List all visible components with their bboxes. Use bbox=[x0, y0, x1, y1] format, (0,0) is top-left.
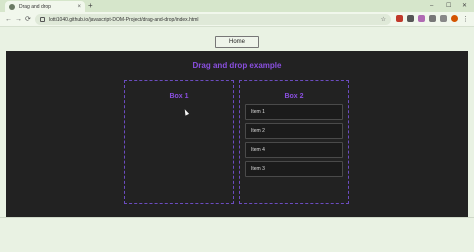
footer-divider bbox=[0, 217, 474, 218]
address-bar[interactable]: lotti1040.github.io/javascript-DOM-Proje… bbox=[35, 14, 391, 25]
favicon-icon bbox=[9, 3, 15, 10]
extension-icon-1[interactable] bbox=[396, 15, 403, 22]
browser-menu-icon[interactable]: ⋮ bbox=[462, 14, 469, 25]
reload-button[interactable]: ⟳ bbox=[25, 14, 31, 25]
page-content: Home Drag and drop example Box 1 Box 2 I… bbox=[0, 28, 474, 252]
back-button[interactable]: ← bbox=[5, 14, 12, 25]
site-info-icon[interactable] bbox=[40, 17, 45, 22]
url-text[interactable]: lotti1040.github.io/javascript-DOM-Proje… bbox=[49, 17, 381, 23]
puzzle-extensions-icon[interactable] bbox=[429, 15, 436, 22]
browser-tab[interactable]: Drag and drop × bbox=[5, 1, 85, 12]
draggable-item[interactable]: Item 2 bbox=[245, 123, 343, 139]
browser-toolbar: ← → ⟳ lotti1040.github.io/javascript-DOM… bbox=[0, 12, 474, 27]
home-button[interactable]: Home bbox=[215, 36, 259, 48]
tab-strip: Drag and drop × + – ☐ ✕ bbox=[0, 0, 474, 12]
drag-drop-section: Drag and drop example Box 1 Box 2 Item 1… bbox=[6, 51, 468, 217]
extension-icon-3[interactable] bbox=[418, 15, 425, 22]
close-window-button[interactable]: ✕ bbox=[462, 1, 467, 11]
tab-close-icon[interactable]: × bbox=[77, 4, 81, 10]
sidebar-icon[interactable] bbox=[440, 15, 447, 22]
box-2-title: Box 2 bbox=[284, 93, 304, 100]
profile-avatar[interactable] bbox=[451, 15, 458, 22]
drop-box-1[interactable]: Box 1 bbox=[124, 80, 234, 204]
draggable-item[interactable]: Item 4 bbox=[245, 142, 343, 158]
draggable-item[interactable]: Item 3 bbox=[245, 161, 343, 177]
draggable-item[interactable]: Item 1 bbox=[245, 104, 343, 120]
extension-icon-2[interactable] bbox=[407, 15, 414, 22]
drop-box-2[interactable]: Box 2 Item 1 Item 2 Item 4 Item 3 bbox=[239, 80, 349, 204]
tab-title: Drag and drop bbox=[19, 3, 51, 10]
maximize-button[interactable]: ☐ bbox=[446, 1, 451, 11]
forward-button[interactable]: → bbox=[15, 14, 22, 25]
minimize-button[interactable]: – bbox=[430, 1, 433, 11]
new-tab-button[interactable]: + bbox=[88, 1, 93, 11]
page-heading: Drag and drop example bbox=[192, 61, 282, 70]
box-1-title: Box 1 bbox=[169, 93, 189, 100]
bookmark-star-icon[interactable]: ☆ bbox=[381, 16, 386, 23]
